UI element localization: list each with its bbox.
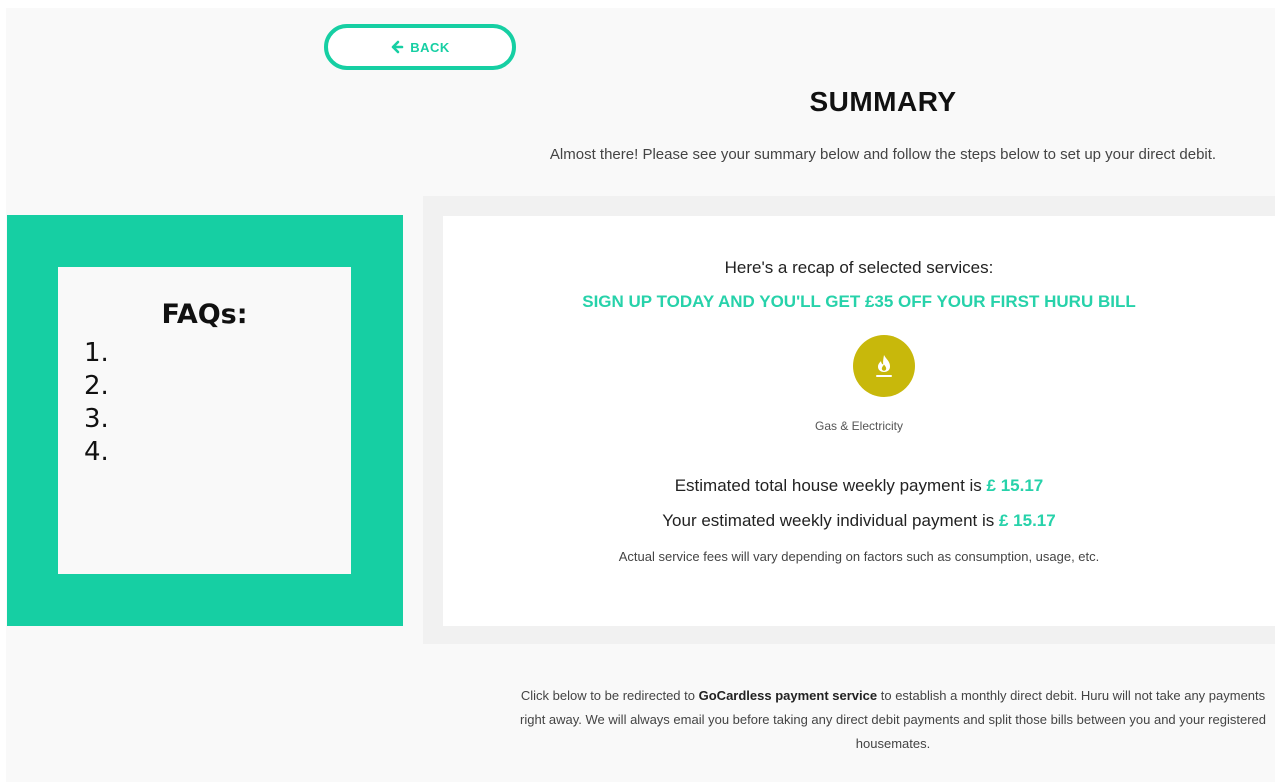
faq-card: FAQs: 1. 2. 3. 4. — [58, 267, 351, 574]
page-title: SUMMARY — [809, 86, 957, 117]
faq-panel: FAQs: 1. 2. 3. 4. — [7, 215, 403, 626]
service-label: Gas & Electricity — [814, 419, 904, 433]
promo-banner: SIGN UP TODAY AND YOU'LL GET £35 OFF YOU… — [582, 292, 1136, 311]
summary-section: Here's a recap of selected services: SIG… — [423, 196, 1275, 644]
faq-item: 4. — [84, 437, 109, 467]
page-subtitle: Almost there! Please see your summary be… — [549, 146, 1217, 163]
gocardless-note-before: Click below to be redirected to — [520, 688, 695, 703]
total-payment-text: Estimated total house weekly payment is — [674, 476, 982, 495]
back-button-label: BACK — [410, 39, 450, 55]
total-payment-line: Estimated total house weekly payment is … — [443, 476, 1275, 496]
arrow-left-icon — [390, 40, 404, 54]
individual-payment-amount: £ 15.17 — [999, 511, 1056, 530]
flame-icon — [853, 335, 915, 397]
faq-item: 2. — [84, 371, 109, 401]
back-button[interactable]: BACK — [324, 24, 516, 70]
faq-item: 3. — [84, 404, 109, 434]
faq-list: 1. 2. 3. 4. — [84, 337, 109, 469]
faq-item: 1. — [84, 338, 109, 368]
gocardless-note: Click below to be redirected to GoCardle… — [510, 684, 1275, 756]
individual-payment-text: Your estimated weekly individual payment… — [662, 511, 995, 530]
total-payment-amount: £ 15.17 — [986, 476, 1044, 495]
faq-title: FAQs: — [161, 299, 248, 330]
gocardless-service-name: GoCardless payment service — [698, 688, 878, 703]
individual-payment-line: Your estimated weekly individual payment… — [443, 511, 1275, 531]
summary-card: Here's a recap of selected services: SIG… — [443, 216, 1275, 626]
fees-note: Actual service fees will vary depending … — [618, 549, 1100, 564]
recap-heading: Here's a recap of selected services: — [724, 258, 994, 277]
